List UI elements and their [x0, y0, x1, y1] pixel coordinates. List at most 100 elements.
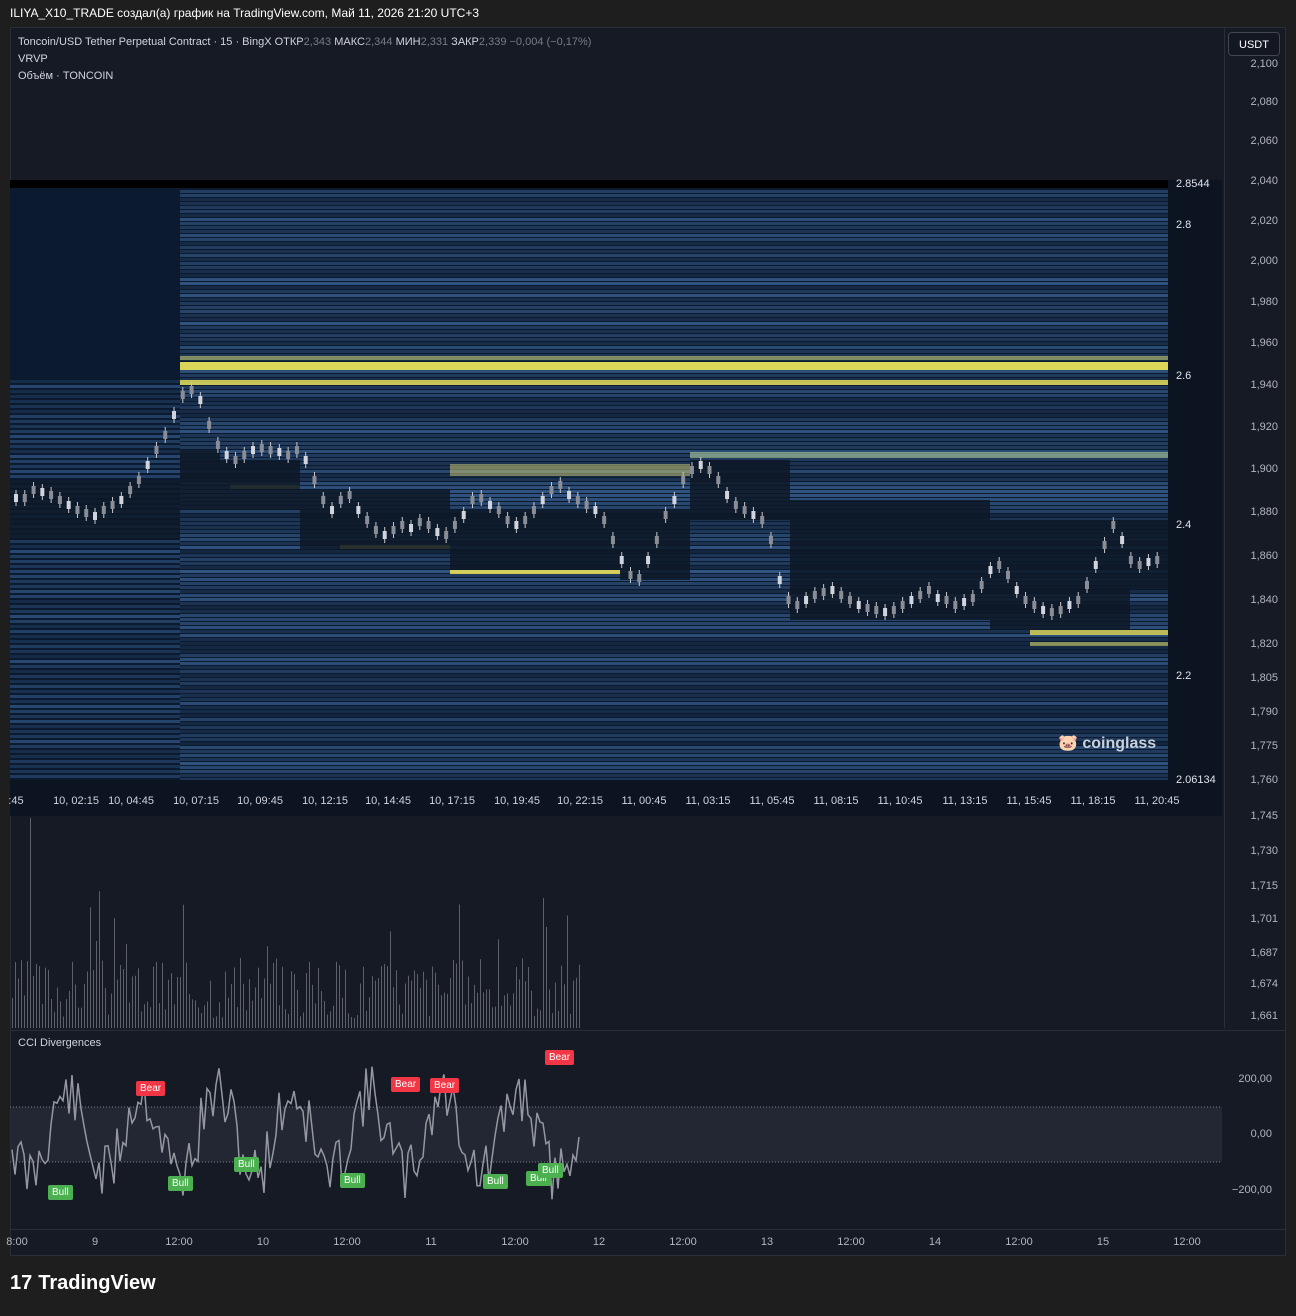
heatmap-band	[180, 686, 1168, 689]
volume-bar	[495, 1006, 496, 1028]
volume-bar	[363, 966, 364, 1028]
candle-body	[654, 536, 659, 544]
price-label: 1,790	[1250, 706, 1278, 718]
volume-bar	[453, 959, 454, 1028]
heatmap-band	[10, 590, 180, 593]
volume-bar	[537, 1008, 538, 1028]
tradingview-logo[interactable]: 17 TradingView	[10, 1272, 156, 1295]
heatmap-band	[180, 286, 1168, 289]
price-label: 2,020	[1250, 215, 1278, 227]
close-label: ЗАКР	[451, 36, 479, 48]
heatmap-band	[690, 452, 1168, 458]
heatmap-band	[10, 650, 180, 653]
candle-body	[742, 506, 747, 514]
candle-body	[128, 486, 133, 494]
volume-bar	[450, 977, 451, 1028]
price-label: 2,100	[1250, 58, 1278, 70]
volume-bar	[294, 973, 295, 1028]
price-label: 1,940	[1250, 379, 1278, 391]
volume-bar	[519, 979, 520, 1028]
volume-bar	[267, 946, 268, 1028]
volume-bar	[564, 984, 565, 1028]
candle-body	[1155, 556, 1160, 564]
heatmap-time-label: 11, 05:45	[749, 795, 795, 807]
volume-bar	[312, 984, 313, 1028]
cci-pane[interactable]: CCI Divergences 200,00 0,00 −200,00 Bear…	[10, 1030, 1286, 1230]
volume-bar	[354, 1017, 355, 1028]
candle-body	[277, 448, 282, 456]
heatmap-band	[180, 370, 1168, 373]
heatmap-band	[180, 450, 220, 510]
candle-body	[470, 496, 475, 504]
liquidation-heatmap: 🐷 coinglass	[10, 180, 1222, 816]
heatmap-band	[10, 605, 180, 608]
heatmap-band	[180, 690, 1168, 693]
heatmap-band	[180, 678, 1168, 681]
heatmap-band	[10, 400, 180, 403]
heatmap-scale-label: 2.06134	[1176, 774, 1216, 786]
cci-band	[10, 1107, 1222, 1162]
candle-body	[496, 506, 501, 514]
volume-bar	[69, 990, 70, 1028]
volume-bar	[567, 915, 568, 1028]
heatmap-band	[180, 278, 1168, 281]
heatmap-band	[10, 470, 180, 473]
volume-bar	[432, 966, 433, 1028]
volume-bar	[24, 995, 25, 1028]
candle-body	[593, 506, 598, 514]
heatmap-band	[180, 746, 1168, 749]
heatmap-band	[180, 374, 1168, 377]
heatmap-band	[10, 755, 180, 758]
heatmap-band	[180, 694, 1168, 697]
volume-bar	[573, 980, 574, 1028]
indicator-volume[interactable]: Объём · TONCOIN	[18, 68, 591, 85]
heatmap-band	[180, 662, 1168, 665]
volume-bar	[546, 926, 547, 1028]
candle-body	[268, 446, 273, 454]
heatmap-band	[180, 698, 1168, 701]
volume-bar	[180, 977, 181, 1028]
heatmap-band	[790, 500, 990, 620]
time-label: 12:00	[1173, 1236, 1201, 1248]
heatmap-time-label: 10, 09:45	[237, 795, 283, 807]
candle-body	[1084, 581, 1089, 589]
heatmap-band	[10, 625, 180, 628]
heatmap-band	[10, 750, 180, 753]
heatmap-band	[180, 718, 1168, 721]
heatmap-band	[180, 650, 1168, 653]
volume-bar	[141, 1011, 142, 1028]
volume-bar	[459, 904, 460, 1028]
heatmap-band	[180, 290, 1168, 293]
volume-bar	[327, 1014, 328, 1028]
time-label: 12:00	[333, 1236, 361, 1248]
candle-body	[1005, 571, 1010, 579]
cci-level-minus200: −200,00	[1231, 1184, 1272, 1196]
indicator-vrvp[interactable]: VRVP	[18, 51, 591, 68]
price-scale[interactable]: 2,100 2,080 2,060 2,040 2,020 2,000 1,980 1,960…	[1224, 28, 1286, 1028]
heatmap-band	[180, 642, 1168, 645]
candle-body	[426, 521, 431, 529]
volume-bar	[171, 973, 172, 1028]
volume-bar	[183, 904, 184, 1028]
volume-bar	[387, 966, 388, 1028]
candle-body	[1102, 541, 1107, 549]
heatmap-band	[180, 250, 1168, 253]
time-axis[interactable]: 8:00 9 12:00 10 12:00 11 12:00 12 12:00 13 12:00 14…	[6, 1229, 1286, 1256]
volume-bar	[447, 993, 448, 1028]
volume-bar	[27, 960, 28, 1028]
heatmap-band	[180, 478, 1168, 481]
heatmap-band	[180, 274, 1168, 277]
volume-bar	[285, 1009, 286, 1028]
heatmap-band	[180, 294, 1168, 297]
volume-bar	[90, 907, 91, 1028]
volume-bar	[258, 967, 259, 1028]
bull-badge: Bull	[48, 1185, 73, 1200]
heatmap-band	[180, 674, 1168, 677]
volume-bar	[558, 1010, 559, 1028]
candle-body	[198, 396, 203, 404]
candle-body	[365, 516, 370, 524]
candle-body	[31, 486, 36, 494]
volume-bar	[192, 999, 193, 1028]
symbol-label[interactable]: Toncoin/USD Tether Perpetual Contract · …	[18, 36, 272, 48]
heatmap-band	[10, 745, 180, 748]
